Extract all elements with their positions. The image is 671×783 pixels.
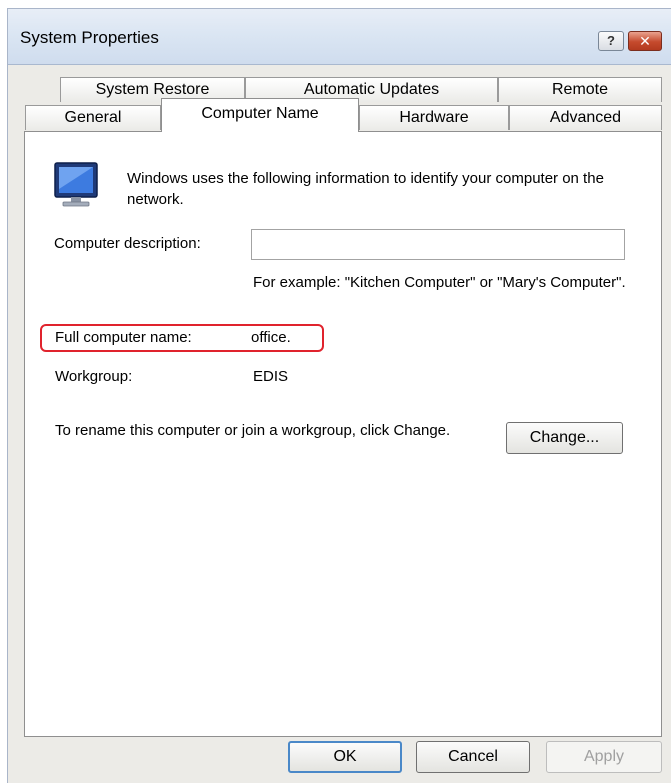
ok-button[interactable]: OK — [288, 741, 402, 773]
close-button[interactable]: ✕ — [628, 31, 662, 51]
full-computer-name-value: office. — [251, 329, 291, 346]
computer-name-panel: Windows uses the following information t… — [24, 131, 662, 737]
title-bar[interactable]: System Properties ? ✕ — [8, 9, 671, 65]
tab-hardware[interactable]: Hardware — [359, 105, 509, 130]
help-button[interactable]: ? — [598, 31, 624, 51]
change-button[interactable]: Change... — [506, 422, 623, 454]
intro-text: Windows uses the following information t… — [127, 170, 604, 208]
computer-monitor-icon — [54, 162, 98, 207]
full-computer-name-label: Full computer name: — [55, 329, 192, 346]
cancel-button[interactable]: Cancel — [416, 741, 530, 773]
example-text: For example: "Kitchen Computer" or "Mary… — [253, 274, 626, 291]
computer-description-input[interactable] — [251, 229, 625, 260]
rename-instructions: To rename this computer or join a workgr… — [55, 422, 451, 439]
computer-description-label: Computer description: — [54, 235, 201, 252]
window-title: System Properties — [20, 28, 159, 47]
workgroup-label: Workgroup: — [55, 368, 133, 385]
tab-remote[interactable]: Remote — [498, 77, 662, 102]
workgroup-value: EDIS — [253, 368, 289, 385]
tab-computer-name[interactable]: Computer Name — [161, 98, 359, 132]
system-properties-dialog: System Properties ? ✕ System Restore Aut… — [7, 8, 671, 783]
tab-general[interactable]: General — [25, 105, 161, 130]
apply-button[interactable]: Apply — [546, 741, 662, 773]
tab-advanced[interactable]: Advanced — [509, 105, 662, 130]
